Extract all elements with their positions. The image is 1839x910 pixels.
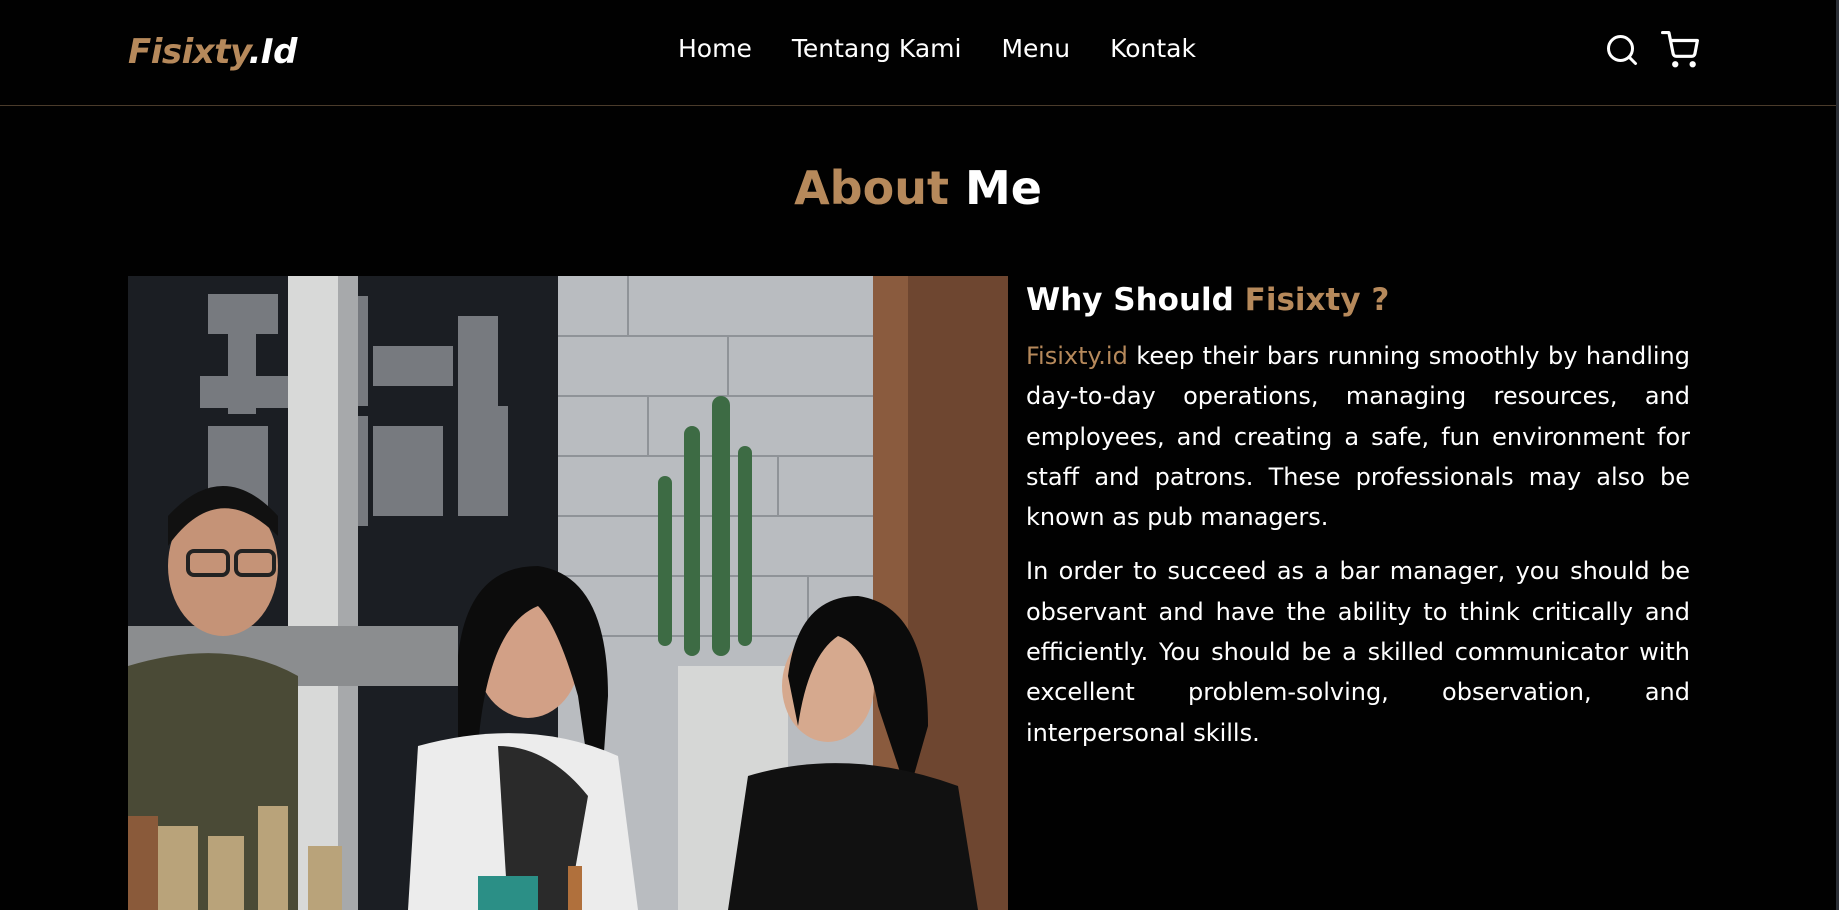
logo-brand: Fisixty <box>128 32 249 72</box>
search-icon[interactable] <box>1602 30 1642 70</box>
nav-link-kontak[interactable]: Kontak <box>1110 32 1196 66</box>
logo-suffix: .Id <box>248 32 298 72</box>
cart-icon[interactable] <box>1660 30 1700 70</box>
section-title-rest: Me <box>964 161 1042 215</box>
paragraph-1-text: keep their bars running smoothly by hand… <box>1026 342 1690 532</box>
logo[interactable]: Fisixty.Id <box>128 30 297 74</box>
about-content: Why Should Fisixty ? Fisixty.id keep the… <box>1026 276 1690 767</box>
page: Fisixty.Id Home Tentang Kami Menu Kontak <box>0 0 1839 910</box>
about-photo <box>128 276 1008 910</box>
about-photo-illustration <box>128 276 1008 910</box>
nav-links: Home Tentang Kami Menu Kontak <box>678 32 1236 66</box>
about-heading-accent: Fisixty ? <box>1244 282 1390 318</box>
about-paragraph-1: Fisixty.id keep their bars running smoot… <box>1026 336 1690 537</box>
paragraph-1-brand: Fisixty.id <box>1026 342 1128 370</box>
about-paragraph-2: In order to succeed as a bar manager, yo… <box>1026 557 1690 747</box>
navbar: Fisixty.Id Home Tentang Kami Menu Kontak <box>0 0 1836 106</box>
nav-icons <box>1602 30 1700 70</box>
section-title: About Me <box>0 158 1836 218</box>
nav-link-menu[interactable]: Menu <box>1001 32 1070 66</box>
nav-link-home[interactable]: Home <box>678 32 752 66</box>
about-heading-prefix: Why Should <box>1026 282 1234 318</box>
nav-link-tentang-kami[interactable]: Tentang Kami <box>792 32 962 66</box>
about-heading: Why Should Fisixty ? <box>1026 276 1690 324</box>
section-title-accent: About <box>794 161 949 215</box>
